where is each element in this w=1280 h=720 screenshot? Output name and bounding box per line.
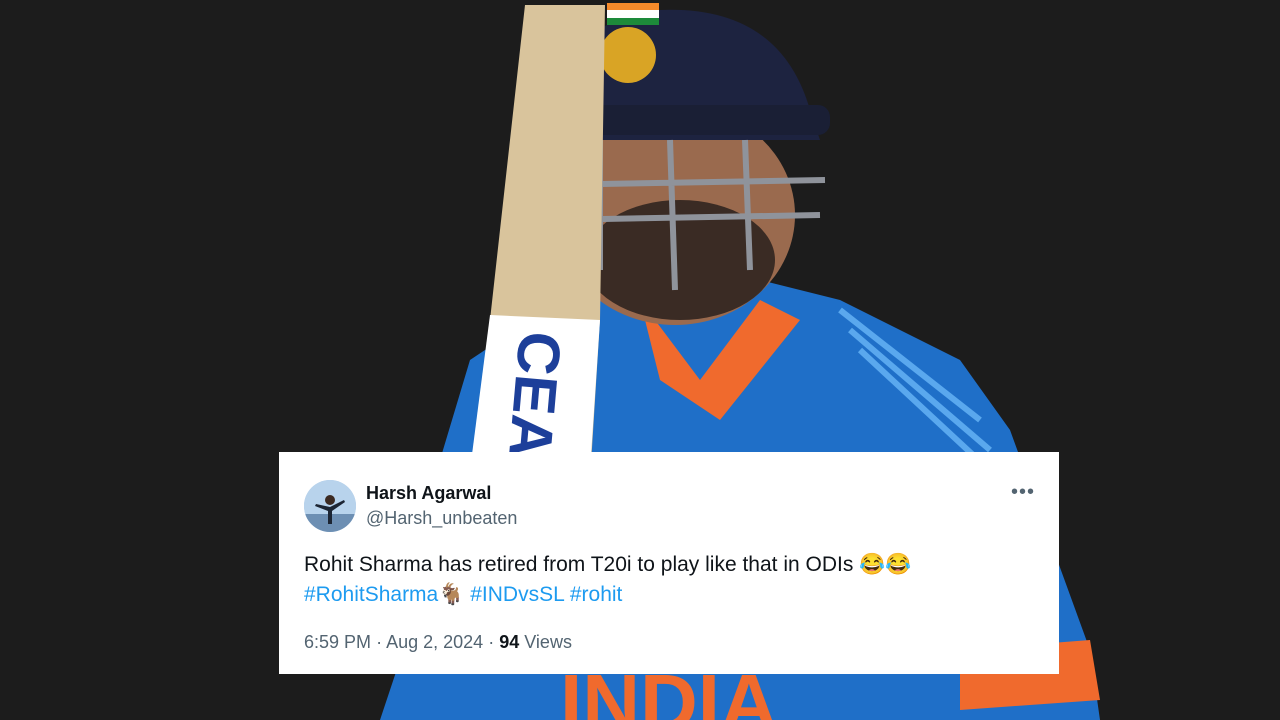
author-handle[interactable]: @Harsh_unbeaten <box>366 506 517 530</box>
tweet-text: Rohit Sharma has retired from T20i to pl… <box>304 553 912 576</box>
hashtag-link[interactable]: #INDvsSL <box>470 583 564 606</box>
views-label: Views <box>524 632 572 652</box>
author-name[interactable]: Harsh Agarwal <box>366 482 517 504</box>
meta-separator: · <box>488 632 495 652</box>
hashtag-link[interactable]: #RohitSharma🐐 <box>304 583 464 606</box>
helmet-badge <box>600 27 656 83</box>
author-info: Harsh Agarwal @Harsh_unbeaten <box>366 482 517 530</box>
tweet-header: Harsh Agarwal @Harsh_unbeaten <box>304 480 1035 532</box>
tweet-card: Harsh Agarwal @Harsh_unbeaten ••• Rohit … <box>279 452 1059 674</box>
avatar[interactable] <box>304 480 356 532</box>
views-count: 94 <box>499 632 520 652</box>
tweet-date[interactable]: Aug 2, 2024 <box>386 632 483 652</box>
meta-separator: · <box>376 632 383 652</box>
tweet-hashtags: #RohitSharma🐐 #INDvsSL #rohit <box>304 580 1035 610</box>
hashtag-link[interactable]: #rohit <box>570 583 623 606</box>
tweet-meta: 6:59 PM · Aug 2, 2024 · 94 Views <box>304 630 1035 654</box>
avatar-image <box>304 480 356 532</box>
tweet-time[interactable]: 6:59 PM <box>304 632 371 652</box>
more-options-icon[interactable]: ••• <box>1011 481 1035 503</box>
